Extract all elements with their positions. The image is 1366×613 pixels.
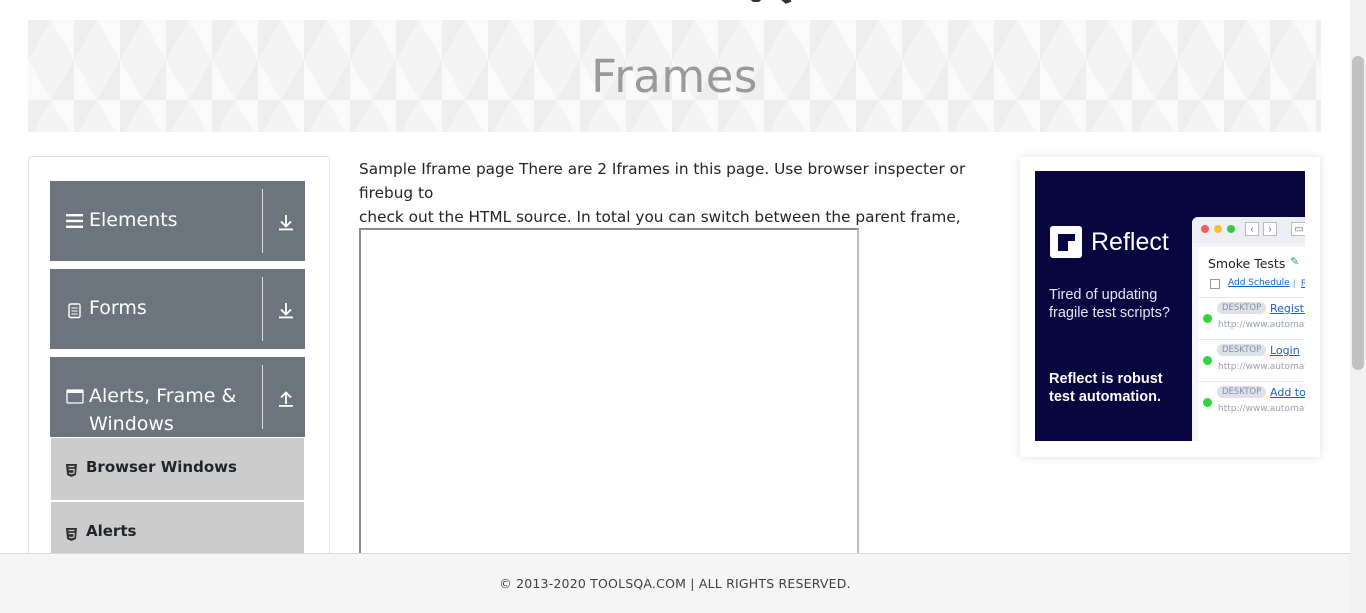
mock-test-row: DESKTOP Add to http://www.automat [1198, 381, 1305, 424]
ad-tagline: Tired of updating fragile test scripts? [1049, 287, 1170, 321]
test-link: Login [1270, 344, 1300, 357]
close-dot-icon [1201, 225, 1209, 233]
platform-badge: DESKTOP [1217, 302, 1267, 314]
mock-panel: Smoke Tests ✎ Add Schedule | Ru DESKTOP … [1198, 247, 1305, 441]
iframe-frame[interactable] [359, 228, 859, 568]
footer: © 2013-2020 TOOLSQA.COM | ALL RIGHTS RES… [0, 553, 1350, 613]
sidebar-group-label-line2: Windows [89, 413, 174, 435]
sidebar-group-forms[interactable]: Forms [50, 269, 305, 349]
sidebar-item-label: Browser Windows [86, 458, 237, 476]
sidebar-group-elements[interactable]: Elements [50, 181, 305, 261]
test-url: http://www.automat [1218, 320, 1305, 330]
expand-down-icon[interactable] [276, 212, 298, 234]
test-url: http://www.automat [1218, 362, 1305, 372]
header-logo-fragment-2 [776, 0, 792, 6]
document-icon [66, 302, 86, 322]
expand-down-icon[interactable] [276, 300, 298, 322]
maximize-dot-icon [1227, 225, 1235, 233]
test-link: Add to [1270, 386, 1305, 399]
mock-runs-link: Ru [1301, 278, 1305, 288]
collapse-up-icon[interactable] [276, 388, 298, 410]
top-strip [0, 0, 1350, 20]
mock-separator: | [1293, 278, 1296, 288]
header-logo-fragment [751, 0, 761, 2]
forward-icon: › [1263, 222, 1277, 236]
status-dot-icon [1203, 398, 1212, 407]
page-scrollbar[interactable] [1350, 0, 1366, 613]
sidebar-item-browser-windows[interactable]: Browser Windows [51, 438, 304, 500]
window-icon [66, 388, 86, 408]
sidebar-group-label: Alerts, Frame & [89, 385, 237, 407]
mock-titlebar: ‹ › ▭ [1192, 217, 1305, 243]
html5-icon [66, 462, 77, 477]
mock-test-row: DESKTOP Registr http://www.automat [1198, 297, 1305, 340]
reflect-ad[interactable]: Reflect Tired of updating fragile test s… [1035, 171, 1305, 441]
ad-brand: Reflect [1091, 228, 1169, 256]
status-dot-icon [1203, 356, 1212, 365]
test-url: http://www.automat [1218, 404, 1305, 414]
platform-badge: DESKTOP [1217, 386, 1267, 398]
menu-icon [66, 213, 86, 233]
divider [262, 277, 263, 341]
copyright-text: © 2013-2020 TOOLSQA.COM | ALL RIGHTS RES… [499, 576, 851, 591]
pencil-icon: ✎ [1290, 256, 1300, 268]
divider [262, 189, 263, 253]
description-line: Sample Iframe page There are 2 Iframes i… [359, 160, 966, 202]
page-banner: Frames [28, 20, 1321, 132]
sidebar-item-label: Alerts [86, 522, 137, 540]
ad-browser-mockup: ‹ › ▭ Smoke Tests ✎ Add Schedule | Ru DE… [1192, 217, 1305, 441]
minimize-dot-icon [1214, 225, 1222, 233]
mock-title: Smoke Tests [1208, 256, 1286, 271]
advertisement[interactable]: Reflect Tired of updating fragile test s… [1020, 157, 1320, 457]
scrollbar-thumb[interactable] [1352, 56, 1364, 370]
test-link: Registr [1270, 302, 1305, 315]
html5-icon [66, 526, 77, 541]
sidebar-group-label: Elements [89, 209, 178, 231]
back-icon: ‹ [1245, 222, 1259, 236]
mock-schedule-link: Add Schedule [1228, 278, 1290, 288]
mock-test-row: DESKTOP Login http://www.automat [1198, 339, 1305, 382]
ad-strong-text: Reflect is robust test automation. [1049, 371, 1163, 405]
status-dot-icon [1203, 314, 1212, 323]
sidebar-toggle-icon: ▭ [1291, 222, 1305, 236]
reflect-logo-icon [1050, 226, 1082, 258]
calendar-icon [1210, 279, 1220, 289]
page-title: Frames [591, 49, 758, 103]
platform-badge: DESKTOP [1217, 344, 1267, 356]
sidebar: Elements Forms Alerts, Frame & Windows B… [28, 156, 330, 578]
sidebar-group-label: Forms [89, 297, 147, 319]
sidebar-group-alerts-frame-windows[interactable]: Alerts, Frame & Windows [50, 357, 305, 437]
divider [262, 365, 263, 429]
